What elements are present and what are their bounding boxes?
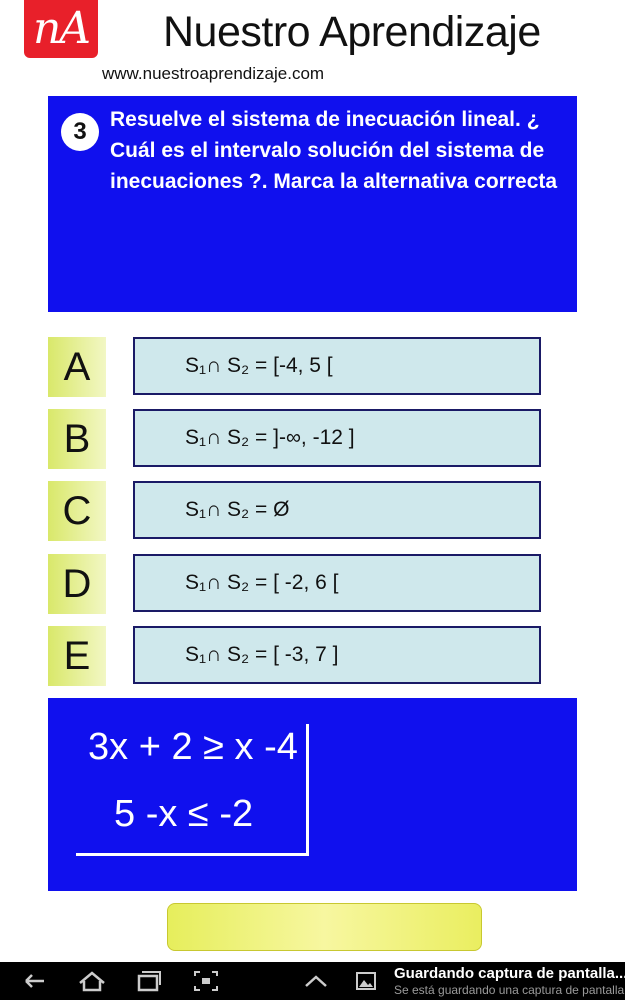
option-letter[interactable]: C [48, 481, 106, 541]
system-navbar: Guardando captura de pantalla... Se está… [0, 962, 625, 1000]
option-e[interactable]: E S₁∩ S₂ = [ -3, 7 ] [48, 626, 543, 686]
inequality-system-panel: 3x + 2 ≥ x -4 5 -x ≤ -2 [48, 698, 577, 891]
chevron-up-icon[interactable] [296, 966, 336, 996]
notification-title: Guardando captura de pantalla... [394, 965, 625, 982]
option-answer[interactable]: S₁∩ S₂ = [-4, 5 [ [133, 337, 541, 395]
option-letter[interactable]: B [48, 409, 106, 469]
inequality-2: 5 -x ≤ -2 [114, 793, 254, 835]
home-icon[interactable] [72, 966, 112, 996]
option-answer[interactable]: S₁∩ S₂ = ]-∞, -12 ] [133, 409, 541, 467]
option-answer[interactable]: S₁∩ S₂ = [ -2, 6 [ [133, 554, 541, 612]
back-icon[interactable] [14, 966, 54, 996]
recent-apps-icon[interactable] [128, 966, 168, 996]
check-answer-button[interactable] [167, 903, 482, 951]
option-c[interactable]: C S₁∩ S₂ = Ø [48, 481, 543, 541]
logo-text: nA [32, 3, 91, 54]
question-text: Resuelve el sistema de inecuación lineal… [110, 108, 558, 193]
option-a[interactable]: A S₁∩ S₂ = [-4, 5 [ [48, 337, 543, 397]
option-b[interactable]: B S₁∩ S₂ = ]-∞, -12 ] [48, 409, 543, 469]
system-bracket-horizontal [76, 853, 309, 856]
site-url: www.nuestroaprendizaje.com [102, 64, 325, 83]
option-d[interactable]: D S₁∩ S₂ = [ -2, 6 [ [48, 554, 543, 614]
option-answer[interactable]: S₁∩ S₂ = Ø [133, 481, 541, 539]
option-letter[interactable]: D [48, 554, 106, 614]
logo: nA [24, 0, 98, 58]
system-bracket-vertical [306, 724, 309, 856]
inequality-1: 3x + 2 ≥ x -4 [88, 726, 298, 768]
question-panel: 3 Resuelve el sistema de inecuación line… [48, 96, 577, 312]
option-answer[interactable]: S₁∩ S₂ = [ -3, 7 ] [133, 626, 541, 684]
question-number-badge: 3 [61, 113, 99, 151]
site-title: Nuestro Aprendizaje [163, 8, 541, 56]
option-letter[interactable]: A [48, 337, 106, 397]
notification-subtitle: Se está guardando una captura de pantall… [394, 983, 625, 997]
option-letter[interactable]: E [48, 626, 106, 686]
screenshot-icon[interactable] [186, 966, 226, 996]
image-icon [356, 972, 376, 990]
